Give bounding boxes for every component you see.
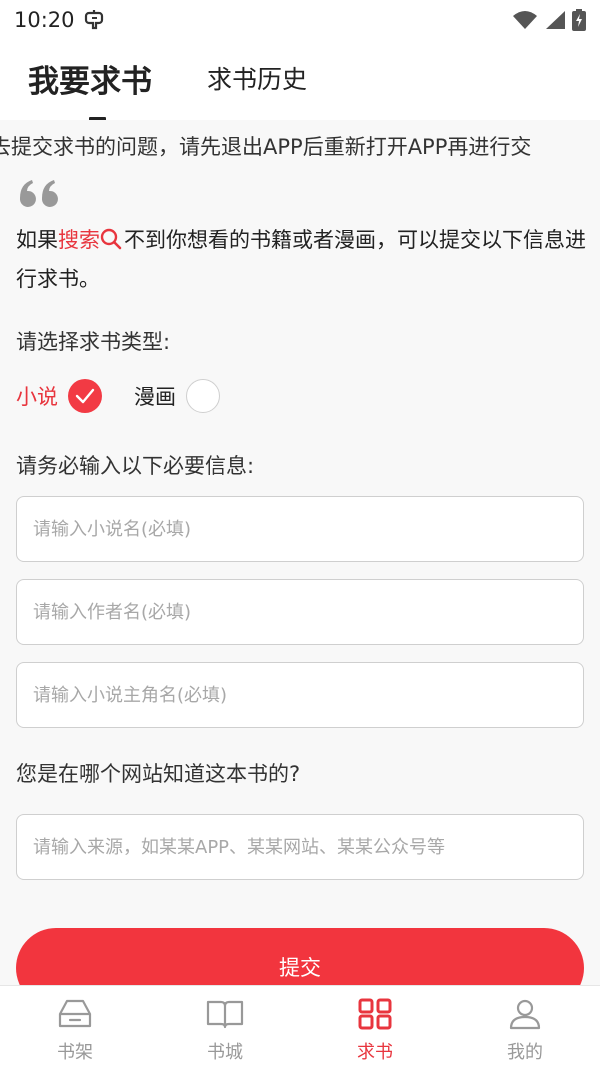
nav-item-bookshelf[interactable]: 书架: [0, 986, 150, 1066]
intro-search-highlight: 搜索: [58, 228, 100, 252]
required-label: 请务必输入以下必要信息:: [16, 454, 255, 478]
author-name-input[interactable]: [33, 601, 567, 623]
wifi-icon: [512, 10, 538, 30]
quote-icon: [18, 178, 62, 214]
type-option-novel[interactable]: 小说: [16, 379, 102, 413]
open-book-icon: [206, 998, 244, 1034]
bottom-nav: 书架 书城 求书 我的: [0, 985, 600, 1066]
nav-item-bookstore[interactable]: 书城: [150, 986, 300, 1066]
check-icon[interactable]: [68, 379, 102, 413]
bug-icon: [83, 9, 107, 31]
status-time: 10:20: [14, 8, 75, 32]
book-name-input[interactable]: [33, 518, 567, 540]
signal-icon: [544, 10, 566, 30]
notice-text: 去提交求书的问题，请先退出APP后重新打开APP再进行交: [0, 135, 532, 159]
book-name-field[interactable]: [16, 496, 584, 562]
source-label: 您是在哪个网站知道这本书的?: [16, 762, 301, 786]
intro-prefix: 如果: [16, 228, 58, 252]
nav-label: 我的: [507, 1042, 543, 1063]
status-bar: 10:20: [0, 0, 600, 40]
user-icon: [508, 998, 542, 1034]
nav-item-request-book[interactable]: 求书: [300, 986, 450, 1066]
type-options: 小说 漫画: [16, 378, 252, 414]
radio-empty-icon[interactable]: [186, 379, 220, 413]
tab-request-book[interactable]: 我要求书: [28, 56, 152, 121]
source-field[interactable]: [16, 814, 584, 880]
tab-request-history[interactable]: 求书历史: [207, 60, 307, 96]
protagonist-name-input[interactable]: [33, 684, 567, 706]
nav-label: 书城: [207, 1042, 243, 1063]
submit-button[interactable]: 提交: [16, 928, 584, 985]
header-tabs: 我要求书 求书历史: [0, 40, 600, 121]
nav-item-mine[interactable]: 我的: [450, 986, 600, 1066]
nav-label: 书架: [57, 1042, 93, 1063]
intro-text: 如果搜索 不到你想看的书籍或者漫画，可以提交以下信息进行求书。: [16, 222, 586, 297]
status-icons: [512, 9, 586, 31]
type-option-comic[interactable]: 漫画: [134, 379, 220, 413]
author-name-field[interactable]: [16, 579, 584, 645]
battery-charging-icon: [572, 9, 586, 31]
grid-icon: [358, 998, 392, 1034]
request-form: 去提交求书的问题，请先退出APP后重新打开APP再进行交 如果搜索 不到你想看的书…: [0, 120, 600, 985]
type-option-label: 小说: [16, 385, 58, 409]
notice-marquee: 去提交求书的问题，请先退出APP后重新打开APP再进行交: [0, 130, 600, 164]
protagonist-name-field[interactable]: [16, 662, 584, 728]
search-icon: [100, 225, 122, 261]
type-label: 请选择求书类型:: [16, 330, 171, 354]
type-option-label: 漫画: [134, 385, 176, 409]
source-input[interactable]: [33, 836, 567, 858]
nav-label: 求书: [357, 1042, 393, 1063]
bookshelf-icon: [57, 998, 93, 1034]
